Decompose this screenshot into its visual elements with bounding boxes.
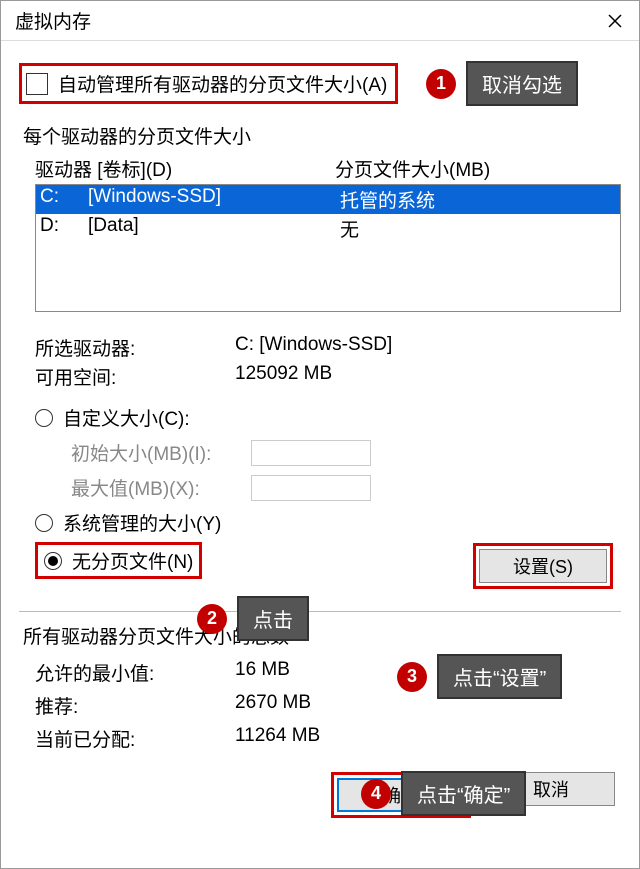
- drive-header-col2: 分页文件大小(MB): [335, 155, 621, 182]
- close-button[interactable]: [591, 1, 639, 41]
- annotation-text-1: 取消勾选: [466, 61, 578, 106]
- max-size-input[interactable]: [251, 475, 371, 501]
- close-icon: [608, 14, 622, 28]
- drive-list[interactable]: C: [Windows-SSD] 托管的系统 D: [Data] 无: [35, 184, 621, 312]
- set-button[interactable]: 设置(S): [479, 549, 607, 583]
- drive-header-col1: 驱动器 [卷标](D): [35, 155, 335, 182]
- annotation-text-2: 点击: [237, 596, 309, 641]
- annotation-1: 1 取消勾选: [426, 61, 578, 106]
- no-paging-radio[interactable]: [44, 552, 62, 570]
- system-managed-label: 系统管理的大小(Y): [63, 509, 221, 536]
- totals-heading: 所有驱动器分页文件大小的总数: [23, 622, 621, 649]
- custom-size-label: 自定义大小(C):: [63, 404, 190, 431]
- selected-drive-label: 所选驱动器:: [35, 334, 235, 361]
- annotation-text-4: 点击“确定”: [401, 771, 526, 816]
- titlebar: 虚拟内存: [1, 1, 639, 41]
- annotation-badge-3: 3: [397, 662, 427, 692]
- annotation-badge-1: 1: [426, 69, 456, 99]
- allocated-label: 当前已分配:: [35, 725, 235, 752]
- annotation-text-3: 点击“设置”: [437, 654, 562, 699]
- allocated-value: 11264 MB: [235, 725, 621, 752]
- window-title: 虚拟内存: [15, 7, 91, 34]
- initial-size-label: 初始大小(MB)(I):: [71, 439, 251, 466]
- max-size-label: 最大值(MB)(X):: [71, 474, 251, 501]
- annotation-4: 4 点击“确定”: [361, 771, 526, 816]
- selected-drive-value: C: [Windows-SSD]: [235, 334, 621, 361]
- drive-section-heading: 每个驱动器的分页文件大小: [23, 122, 621, 149]
- custom-size-radio[interactable]: [35, 409, 53, 427]
- annotation-3: 3 点击“设置”: [397, 654, 562, 699]
- recommended-label: 推荐:: [35, 692, 235, 719]
- drive-row[interactable]: D: [Data] 无: [36, 214, 620, 243]
- drive-row[interactable]: C: [Windows-SSD] 托管的系统: [36, 185, 620, 214]
- system-managed-radio[interactable]: [35, 514, 53, 532]
- auto-manage-checkbox[interactable]: [26, 73, 48, 95]
- divider: [19, 611, 621, 612]
- annotation-badge-4: 4: [361, 779, 391, 809]
- initial-size-input[interactable]: [251, 440, 371, 466]
- min-allowed-label: 允许的最小值:: [35, 659, 235, 686]
- auto-manage-label: 自动管理所有驱动器的分页文件大小(A): [58, 70, 387, 97]
- annotation-2: 2 点击: [197, 596, 309, 641]
- virtual-memory-dialog: 虚拟内存 自动管理所有驱动器的分页文件大小(A) 1 取消勾选 每个驱动器的分页…: [0, 0, 640, 869]
- drive-headers: 驱动器 [卷标](D) 分页文件大小(MB): [35, 155, 621, 182]
- auto-manage-checkbox-wrap: 自动管理所有驱动器的分页文件大小(A): [19, 63, 398, 104]
- free-space-value: 125092 MB: [235, 363, 621, 390]
- no-paging-label: 无分页文件(N): [72, 547, 193, 574]
- annotation-badge-2: 2: [197, 604, 227, 634]
- free-space-label: 可用空间:: [35, 363, 235, 390]
